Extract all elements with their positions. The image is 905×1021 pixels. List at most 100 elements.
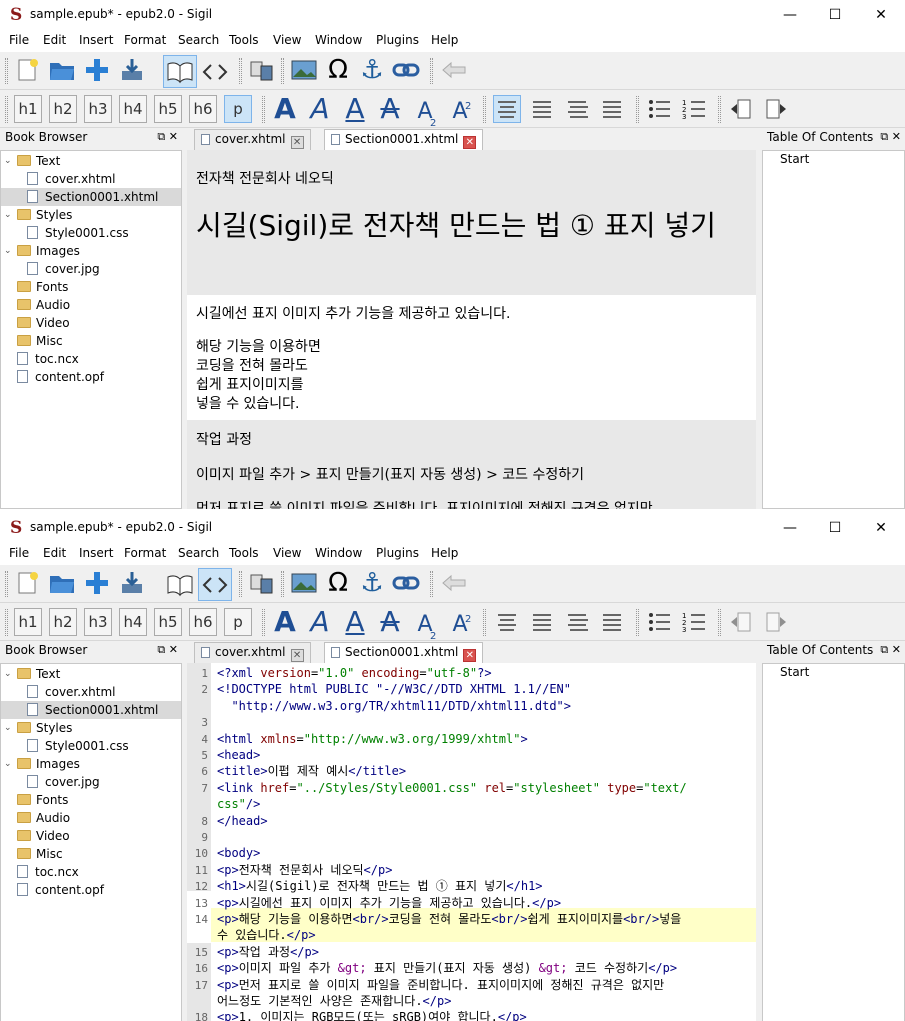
- tab-section0001[interactable]: Section0001.xhtml ✕: [324, 129, 484, 150]
- strike-button[interactable]: A: [374, 606, 406, 638]
- tree-item[interactable]: Audio: [1, 296, 181, 314]
- toolbar-grip[interactable]: [483, 96, 486, 123]
- link-icon[interactable]: [391, 55, 421, 85]
- expand-chevron-icon[interactable]: ⌄: [4, 719, 12, 737]
- toolbar-grip[interactable]: [430, 58, 433, 84]
- menu-edit[interactable]: Edit: [43, 33, 66, 47]
- heading-h2-button[interactable]: h2: [49, 608, 77, 636]
- sup-button[interactable]: A2: [444, 606, 476, 638]
- align-justify-icon[interactable]: [598, 95, 626, 123]
- menu-insert[interactable]: Insert: [79, 546, 113, 560]
- save-icon[interactable]: [117, 568, 147, 598]
- tree-item[interactable]: Section0001.xhtml: [1, 188, 181, 206]
- indent-icon[interactable]: [762, 95, 790, 123]
- toolbar-grip[interactable]: [262, 609, 265, 636]
- menu-tools[interactable]: Tools: [229, 546, 259, 560]
- anchor-icon[interactable]: ⚓: [357, 568, 387, 598]
- sub-button[interactable]: A2: [409, 606, 441, 642]
- tree-item[interactable]: ⌄ Styles: [1, 719, 181, 737]
- align-center-icon[interactable]: [528, 95, 556, 123]
- toolbar-grip[interactable]: [5, 571, 8, 597]
- link-icon[interactable]: [391, 568, 421, 598]
- indent-icon[interactable]: [762, 608, 790, 636]
- expand-chevron-icon[interactable]: ⌄: [4, 152, 12, 170]
- bold-button[interactable]: A: [269, 606, 301, 638]
- omega-special-char-icon[interactable]: Ω: [323, 55, 353, 85]
- toolbar-grip[interactable]: [430, 571, 433, 597]
- heading-h1-button[interactable]: h1: [14, 95, 42, 123]
- new-file-icon[interactable]: [13, 55, 43, 85]
- book-view-icon[interactable]: [163, 568, 197, 601]
- bold-button[interactable]: A: [269, 93, 301, 125]
- tree-item[interactable]: toc.ncx: [1, 350, 181, 368]
- menu-file[interactable]: File: [9, 546, 29, 560]
- toc-item[interactable]: Start: [780, 152, 809, 166]
- tree-item[interactable]: Section0001.xhtml: [1, 701, 181, 719]
- tab-close-icon[interactable]: ✕: [290, 136, 304, 149]
- tree-item[interactable]: content.opf: [1, 881, 181, 899]
- toolbar-grip[interactable]: [636, 609, 639, 636]
- back-arrow-icon[interactable]: [439, 55, 469, 85]
- menu-help[interactable]: Help: [431, 546, 458, 560]
- italic-button[interactable]: A: [304, 606, 336, 638]
- add-plus-icon[interactable]: [82, 568, 112, 598]
- expand-chevron-icon[interactable]: ⌄: [4, 755, 12, 773]
- heading-h5-button[interactable]: h5: [154, 608, 182, 636]
- heading-h3-button[interactable]: h3: [84, 608, 112, 636]
- bullet-list-icon[interactable]: [645, 608, 673, 636]
- close-button[interactable]: ✕: [866, 517, 896, 539]
- align-right-icon[interactable]: [563, 608, 591, 636]
- split-merge-icon[interactable]: [247, 55, 277, 85]
- tab-close-icon[interactable]: ✕: [290, 649, 304, 662]
- numbered-list-icon[interactable]: 123: [680, 95, 708, 123]
- numbered-list-icon[interactable]: 123: [680, 608, 708, 636]
- menu-format[interactable]: Format: [124, 546, 166, 560]
- minimize-button[interactable]: —: [775, 517, 805, 539]
- float-panel-icon[interactable]: ⧉: [880, 643, 888, 656]
- code-view-icon[interactable]: [198, 55, 232, 88]
- open-folder-icon[interactable]: [47, 55, 77, 85]
- close-panel-icon[interactable]: ✕: [169, 643, 178, 656]
- align-left-icon[interactable]: [493, 95, 521, 123]
- new-file-icon[interactable]: [13, 568, 43, 598]
- align-justify-icon[interactable]: [598, 608, 626, 636]
- tree-item[interactable]: ⌄ Images: [1, 755, 181, 773]
- heading-h4-button[interactable]: h4: [119, 95, 147, 123]
- add-plus-icon[interactable]: [82, 55, 112, 85]
- toolbar-grip[interactable]: [239, 571, 242, 597]
- underline-button[interactable]: A: [339, 606, 371, 638]
- expand-chevron-icon[interactable]: ⌄: [4, 665, 12, 683]
- tree-item[interactable]: Audio: [1, 809, 181, 827]
- menu-file[interactable]: File: [9, 33, 29, 47]
- float-panel-icon[interactable]: ⧉: [157, 130, 165, 143]
- tree-item[interactable]: ⌄ Styles: [1, 206, 181, 224]
- tab-cover[interactable]: cover.xhtml ✕: [194, 642, 311, 663]
- toolbar-grip[interactable]: [5, 96, 8, 123]
- menu-view[interactable]: View: [273, 33, 301, 47]
- expand-chevron-icon[interactable]: ⌄: [4, 206, 12, 224]
- tab-section0001[interactable]: Section0001.xhtml ✕: [324, 642, 484, 663]
- tree-item[interactable]: ⌄ Text: [1, 152, 181, 170]
- toolbar-grip[interactable]: [5, 58, 8, 84]
- toolbar-grip[interactable]: [483, 609, 486, 636]
- tree-item[interactable]: Misc: [1, 845, 181, 863]
- underline-button[interactable]: A: [339, 93, 371, 125]
- back-arrow-icon[interactable]: [439, 568, 469, 598]
- code-view[interactable]: 1 <?xml version="1.0" encoding="utf-8"?> 2…: [187, 663, 756, 1021]
- open-folder-icon[interactable]: [47, 568, 77, 598]
- menu-help[interactable]: Help: [431, 33, 458, 47]
- toolbar-grip[interactable]: [636, 96, 639, 123]
- heading-p-button[interactable]: p: [224, 95, 252, 123]
- tab-close-icon[interactable]: ✕: [463, 136, 477, 149]
- close-panel-icon[interactable]: ✕: [892, 643, 901, 656]
- toolbar-grip[interactable]: [281, 58, 284, 84]
- align-right-icon[interactable]: [563, 95, 591, 123]
- menu-window[interactable]: Window: [315, 33, 362, 47]
- tree-item[interactable]: cover.jpg: [1, 773, 181, 791]
- toolbar-grip[interactable]: [281, 571, 284, 597]
- float-panel-icon[interactable]: ⧉: [880, 130, 888, 143]
- save-icon[interactable]: [117, 55, 147, 85]
- tree-item[interactable]: Fonts: [1, 791, 181, 809]
- anchor-icon[interactable]: ⚓: [357, 55, 387, 85]
- expand-chevron-icon[interactable]: ⌄: [4, 242, 12, 260]
